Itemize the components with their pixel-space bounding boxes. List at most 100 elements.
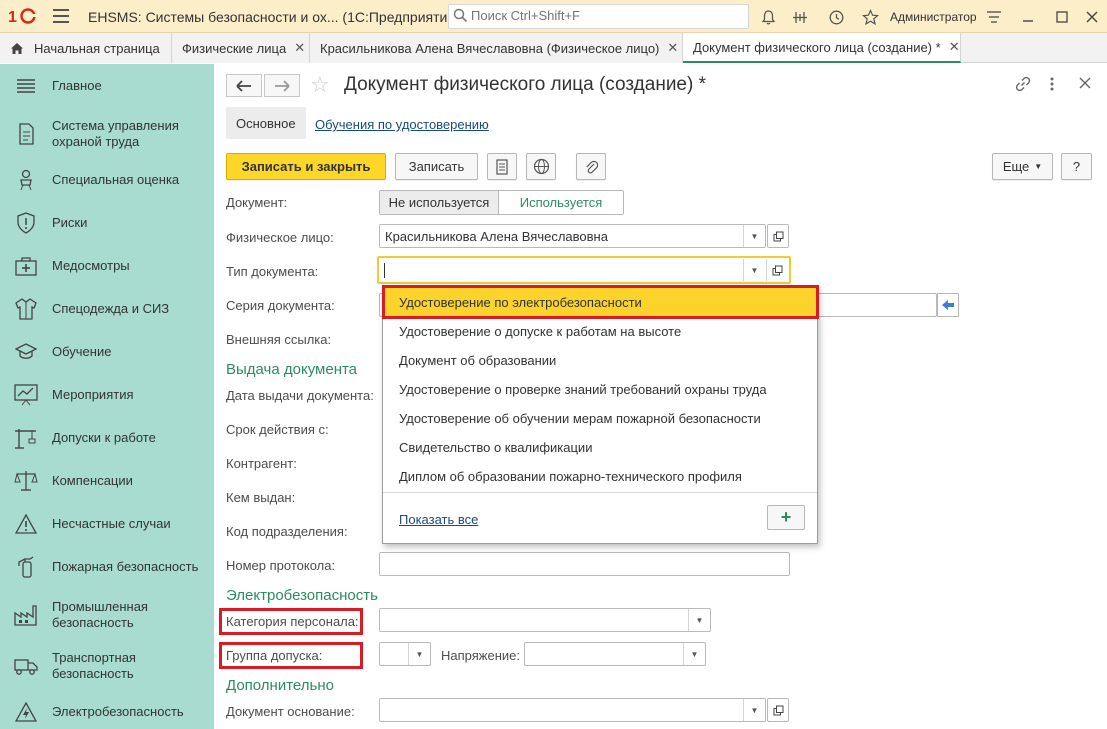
dropdown-item[interactable]: Удостоверение о допуске к работам на выс… <box>383 317 817 346</box>
scales-icon <box>13 468 39 494</box>
sidebar-item-label: Промышленная безопасность <box>52 599 148 630</box>
sidebar-item-workwear[interactable]: Спецодежда и СИЗ <box>0 297 214 321</box>
more-actions-button[interactable]: Еще ▼ <box>992 153 1053 180</box>
section-electric-title: Электробезопасность <box>226 587 378 604</box>
maximize-icon[interactable] <box>1052 7 1072 27</box>
1c-logo-icon: 1 <box>8 7 42 26</box>
dropdown-item[interactable]: Диплом об образовании пожарно-техническо… <box>383 462 817 491</box>
sidebar-item-fire-safety[interactable]: Пожарная безопасность <box>0 555 214 579</box>
dept-code-label: Код подразделения: <box>226 524 348 539</box>
chevron-down-icon[interactable]: ▼ <box>683 643 705 665</box>
minimize-icon[interactable] <box>1018 7 1038 27</box>
chevron-down-icon[interactable]: ▼ <box>743 225 765 247</box>
help-button[interactable]: ? <box>1061 153 1092 180</box>
save-and-close-button[interactable]: Записать и закрыть <box>226 153 386 180</box>
add-item-button[interactable]: + <box>767 505 805 530</box>
tab-label: Красильникова Алена Вячеславовна (Физиче… <box>320 40 660 56</box>
favorite-star-icon[interactable]: ☆ <box>310 72 330 98</box>
chevron-down-icon[interactable]: ▼ <box>743 699 765 721</box>
tab-person-card[interactable]: Красильникова Алена Вячеславовна (Физиче… <box>310 33 683 63</box>
validity-label: Срок действия с: <box>226 422 329 437</box>
history-icon[interactable] <box>826 7 846 27</box>
person-field[interactable]: Красильникова Алена Вячеславовна ▼ <box>379 224 766 248</box>
counterparty-label: Контрагент: <box>226 456 297 471</box>
document-usage-toggle[interactable]: Не используется Используется <box>379 190 624 215</box>
dropdown-item[interactable]: Документ об образовании <box>383 346 817 375</box>
sidebar-item-accidents[interactable]: Несчастные случаи <box>0 512 214 536</box>
issue-date-label: Дата выдачи документа: <box>226 388 374 403</box>
search-field[interactable] <box>448 4 749 29</box>
doc-type-field[interactable]: ▼ <box>377 256 791 284</box>
truck-icon <box>13 653 39 679</box>
toggle-not-used[interactable]: Не используется <box>380 191 499 214</box>
sidebar-item-industrial-safety[interactable]: Промышленная безопасность <box>0 597 214 633</box>
subtab-trainings-link[interactable]: Обучения по удостоверению <box>315 117 489 132</box>
tab-document-create[interactable]: Документ физического лица (создание) * ✕ <box>683 33 961 63</box>
tab-label: Документ физического лица (создание) * <box>693 39 941 55</box>
sidebar-item-activities[interactable]: Мероприятия <box>0 383 214 407</box>
close-tab-icon[interactable]: ✕ <box>667 40 678 56</box>
open-doc-type-button[interactable] <box>766 259 788 281</box>
close-window-icon[interactable] <box>1082 7 1102 27</box>
jacket-icon <box>13 296 39 322</box>
report-button[interactable] <box>487 153 517 180</box>
sidebar-item-label: Транспортная безопасность <box>52 650 136 681</box>
attach-button[interactable] <box>576 153 606 180</box>
favorites-star-icon[interactable] <box>860 7 880 27</box>
current-user[interactable]: Администратор <box>890 10 977 24</box>
series-action-button[interactable] <box>937 293 959 317</box>
voltage-field[interactable]: ▼ <box>524 642 706 666</box>
forward-button[interactable] <box>264 74 300 97</box>
sidebar-item-label: Несчастные случаи <box>52 516 171 531</box>
sliders-icon[interactable] <box>790 7 810 27</box>
tab-home[interactable]: Начальная страница <box>0 33 172 63</box>
chevron-down-icon[interactable]: ▼ <box>688 609 710 631</box>
open-person-button[interactable] <box>767 224 789 248</box>
arrow-left-icon <box>236 79 251 92</box>
external-link-label: Внешняя ссылка: <box>226 332 332 347</box>
person-value: Красильникова Алена Вячеславовна <box>385 229 608 244</box>
access-group-field[interactable]: ▼ <box>379 642 431 666</box>
chevron-down-icon[interactable]: ▼ <box>408 643 430 665</box>
sidebar-item-label: Система управления охраной труда <box>52 118 179 149</box>
sidebar-item-label: Специальная оценка <box>52 172 180 187</box>
save-button[interactable]: Записать <box>395 153 478 180</box>
sidebar-item-risks[interactable]: Риски <box>0 211 214 235</box>
home-icon <box>10 42 24 55</box>
link-icon[interactable] <box>1015 76 1031 96</box>
arrow-left-blue-icon <box>942 300 954 310</box>
dropdown-item[interactable]: Удостоверение об обучении мерам пожарной… <box>383 404 817 433</box>
globe-button[interactable] <box>526 153 556 180</box>
close-form-icon[interactable] <box>1079 76 1091 93</box>
sidebar-item-transport-safety[interactable]: Транспортная безопасность <box>0 648 214 684</box>
sidebar-item-ohs-system[interactable]: Система управления охраной труда <box>0 116 214 152</box>
dropdown-item[interactable]: Свидетельство о квалификации <box>383 433 817 462</box>
toggle-used[interactable]: Используется <box>499 191 623 214</box>
dropdown-item[interactable]: Удостоверение о проверке знаний требован… <box>383 375 817 404</box>
bell-icon[interactable] <box>758 7 778 27</box>
basis-doc-field[interactable]: ▼ <box>379 698 766 722</box>
doc-type-label: Тип документа: <box>226 264 319 279</box>
sidebar-item-electrical-safety[interactable]: Электробезопасность <box>0 700 214 724</box>
sidebar-item-permits[interactable]: Допуски к работе <box>0 426 214 450</box>
close-tab-icon[interactable]: ✕ <box>949 39 960 55</box>
search-input[interactable] <box>471 8 741 23</box>
protocol-label: Номер протокола: <box>226 558 336 573</box>
sidebar-item-special-assessment[interactable]: Специальная оценка <box>0 168 214 192</box>
sidebar-item-main[interactable]: Главное <box>0 74 214 98</box>
sidebar-item-medical[interactable]: Медосмотры <box>0 254 214 278</box>
settings-menu-icon[interactable] <box>984 7 1004 27</box>
protocol-field[interactable] <box>379 552 790 576</box>
chevron-down-icon[interactable]: ▼ <box>743 259 765 281</box>
sidebar-item-training[interactable]: Обучение <box>0 340 214 364</box>
sidebar-item-compensations[interactable]: Компенсации <box>0 469 214 493</box>
tab-persons[interactable]: Физические лица ✕ <box>172 33 310 63</box>
main-menu-icon[interactable] <box>53 9 69 23</box>
more-vertical-icon[interactable] <box>1050 76 1054 96</box>
subtab-main[interactable]: Основное <box>226 107 306 139</box>
close-tab-icon[interactable]: ✕ <box>294 40 305 56</box>
open-basis-doc-button[interactable] <box>767 698 789 722</box>
personnel-category-field[interactable]: ▼ <box>379 608 711 632</box>
back-button[interactable] <box>226 74 262 97</box>
show-all-link[interactable]: Показать все <box>399 512 478 527</box>
